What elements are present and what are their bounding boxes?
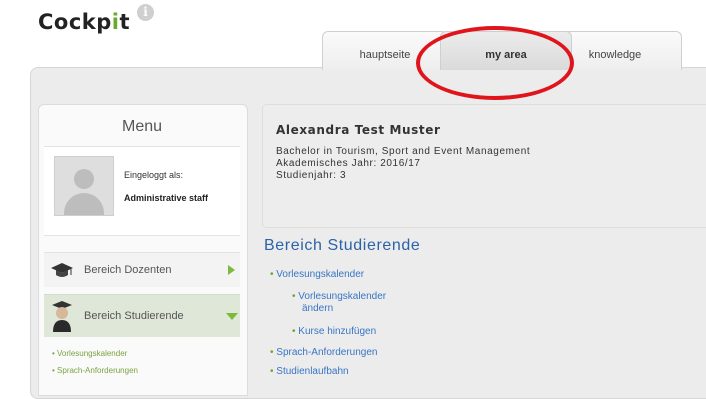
- chevron-right-icon[interactable]: [228, 265, 235, 275]
- cockpit-logo: Cockpit: [38, 10, 131, 34]
- study-year: Studienjahr: 3: [276, 170, 347, 181]
- section-title: Bereich Studierende: [264, 237, 421, 254]
- info-icon[interactable]: i: [137, 4, 154, 21]
- link-kurse-hinzufuegen[interactable]: • Kurse hinzufügen: [292, 326, 376, 337]
- graduation-cap-icon: [51, 263, 73, 277]
- link-vorlesungskalender-aendern[interactable]: • Vorlesungskalender ändern: [292, 291, 386, 315]
- sidebar-item-studierende-label: Bereich Studierende: [84, 310, 184, 322]
- link-vorlesungskalender[interactable]: • Vorlesungskalender: [270, 269, 364, 280]
- highlight-circle: [416, 26, 574, 100]
- sidebar-subitem[interactable]: • Sprach-Anforderungen: [52, 366, 138, 375]
- link-studienlaufbahn[interactable]: • Studienlaufbahn: [270, 366, 349, 377]
- academic-year: Akademisches Jahr: 2016/17: [276, 158, 421, 169]
- menu-title: Menu: [121, 118, 163, 135]
- sidebar-subitem[interactable]: • Vorlesungskalender: [52, 349, 127, 358]
- student-icon: [52, 301, 72, 332]
- link-sprach-anforderungen[interactable]: • Sprach-Anforderungen: [270, 347, 377, 358]
- logged-in-label: Eingeloggt als:: [124, 170, 184, 180]
- sidebar-item-dozenten-label: Bereich Dozenten: [84, 264, 172, 276]
- user-role: Administrative staff: [124, 193, 209, 203]
- student-program: Bachelor in Tourism, Sport and Event Man…: [276, 146, 531, 157]
- student-name: Alexandra Test Muster: [276, 123, 441, 137]
- chevron-down-icon[interactable]: [226, 313, 238, 320]
- avatar: [54, 156, 114, 216]
